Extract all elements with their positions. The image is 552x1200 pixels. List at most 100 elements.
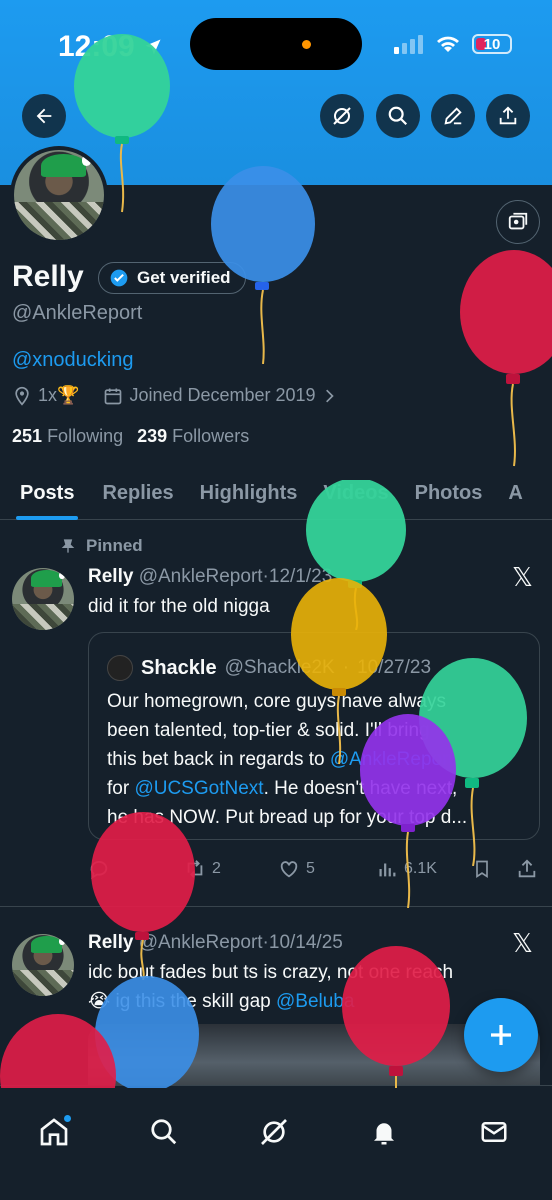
post-author[interactable]: Relly bbox=[88, 932, 133, 953]
views-count: 6.1K bbox=[404, 860, 437, 877]
share-button[interactable] bbox=[486, 94, 530, 138]
tab-posts[interactable]: Posts bbox=[0, 466, 79, 520]
media-button[interactable] bbox=[496, 200, 540, 244]
profile-avatar[interactable] bbox=[10, 146, 108, 244]
messages-icon bbox=[481, 1122, 507, 1142]
reply-button[interactable] bbox=[88, 858, 110, 880]
edit-button[interactable] bbox=[431, 94, 475, 138]
quote-line-5: he has NOW. Put bread up for your top d.… bbox=[107, 807, 468, 828]
wifi-icon bbox=[437, 36, 459, 52]
location-arrow-icon bbox=[145, 39, 161, 55]
followers-count: 239 bbox=[137, 426, 168, 446]
following-link[interactable]: 251 Following bbox=[12, 426, 123, 447]
quote-date: 10/27/23 bbox=[357, 657, 432, 678]
plus-icon bbox=[491, 1025, 511, 1045]
balloon-red bbox=[460, 250, 552, 467]
tab-articles[interactable]: A bbox=[482, 466, 522, 520]
quote-author: Shackle bbox=[141, 656, 217, 679]
quote-separator: · bbox=[342, 657, 350, 678]
quoted-post[interactable]: Shackle @Shackle2K · 10/27/23 Our homegrow… bbox=[88, 632, 540, 840]
back-button[interactable] bbox=[22, 94, 66, 138]
get-verified-label: Get verified bbox=[137, 268, 231, 287]
quote-line-4: for @UCSGotNext. He doesn't have next, bbox=[107, 774, 531, 803]
bookmark-icon bbox=[476, 860, 488, 879]
mention-beluba[interactable]: @Beluba bbox=[276, 991, 354, 1012]
bio-link[interactable]: @xnoducking bbox=[12, 349, 133, 372]
nav-notifications[interactable] bbox=[358, 1106, 410, 1158]
repost-count: 2 bbox=[212, 860, 221, 877]
location-pin-icon bbox=[15, 386, 29, 406]
profile-tabs: Posts Replies Highlights Videos Photos A bbox=[0, 466, 552, 520]
nav-grok[interactable] bbox=[248, 1106, 300, 1158]
chevron-right-icon[interactable] bbox=[322, 386, 338, 406]
like-button[interactable]: 5 bbox=[278, 858, 315, 880]
search-button[interactable] bbox=[376, 94, 420, 138]
quote-line-4-tail: . He doesn't have next, bbox=[263, 778, 458, 799]
tab-photos[interactable]: Photos bbox=[389, 466, 483, 520]
views-button[interactable]: 6.1K bbox=[376, 858, 437, 880]
pinned-label: Pinned bbox=[86, 536, 143, 555]
quote-line-1: Our homegrown, core guys have always bbox=[107, 691, 446, 712]
x-logo-icon[interactable]: 𝕏 bbox=[512, 928, 533, 959]
grok-button[interactable] bbox=[320, 94, 364, 138]
search-icon bbox=[151, 1119, 177, 1145]
search-icon bbox=[388, 106, 408, 126]
signal-icon bbox=[394, 35, 423, 54]
profile-handle: @AnkleReport bbox=[12, 302, 143, 324]
quote-line-2: been talented, top-tier & solid. I'll br… bbox=[107, 720, 430, 741]
tab-replies[interactable]: Replies bbox=[74, 466, 173, 520]
status-time-text: 12:09 bbox=[58, 30, 135, 63]
nav-messages[interactable] bbox=[468, 1106, 520, 1158]
follow-stats: 251 Following 239 Followers bbox=[12, 426, 249, 447]
tab-highlights[interactable]: Highlights bbox=[174, 466, 298, 520]
post-header: Relly @AnkleReport·12/1/23 bbox=[88, 566, 332, 588]
nav-search[interactable] bbox=[138, 1106, 190, 1158]
post-date: 10/14/25 bbox=[268, 932, 343, 953]
followers-label: Followers bbox=[172, 426, 250, 446]
post-actions: 2 5 6.1K bbox=[88, 854, 540, 884]
nav-home[interactable] bbox=[28, 1106, 80, 1158]
quote-handle: @Shackle2K bbox=[224, 657, 335, 678]
status-bar: 12:09 10 bbox=[0, 0, 552, 90]
compose-button[interactable] bbox=[464, 998, 538, 1072]
quote-text: Our homegrown, core guys have always bee… bbox=[107, 687, 531, 832]
battery-icon: 10 bbox=[472, 34, 512, 54]
mic-indicator bbox=[302, 40, 311, 49]
followers-link[interactable]: 239 Followers bbox=[137, 426, 249, 447]
bottom-navigation bbox=[0, 1085, 552, 1200]
share-icon bbox=[518, 859, 536, 878]
post-header: Relly @AnkleReport·10/14/25 bbox=[88, 932, 343, 954]
like-count: 5 bbox=[306, 860, 315, 877]
quote-line-4-text: for bbox=[107, 778, 135, 799]
share-icon bbox=[499, 106, 517, 125]
bookmark-button[interactable] bbox=[472, 858, 492, 880]
photo-gallery-icon bbox=[508, 212, 528, 230]
mention-anklereport[interactable]: @AnkleReport bbox=[330, 749, 454, 770]
share-post-button[interactable] bbox=[516, 858, 538, 880]
edit-icon bbox=[444, 107, 462, 125]
quote-header: Shackle @Shackle2K · 10/27/23 bbox=[107, 655, 431, 681]
x-logo-icon[interactable]: 𝕏 bbox=[512, 562, 533, 593]
profile-name: Relly bbox=[12, 260, 84, 293]
quote-line-3: this bet back in regards to @AnkleReport bbox=[107, 745, 531, 774]
reply-icon bbox=[90, 860, 108, 880]
following-count: 251 bbox=[12, 426, 43, 446]
status-time: 12:09 bbox=[58, 30, 163, 64]
post-divider bbox=[0, 906, 552, 907]
repost-button[interactable]: 2 bbox=[184, 858, 221, 880]
mention-ucsgotnext[interactable]: @UCSGotNext bbox=[134, 778, 263, 799]
profile-location: 1x🏆 bbox=[38, 385, 80, 405]
grok-icon bbox=[261, 1119, 287, 1145]
post-author[interactable]: Relly bbox=[88, 566, 133, 587]
verified-badge-icon bbox=[110, 269, 128, 287]
repost-icon bbox=[187, 860, 203, 878]
post-handle: @AnkleReport bbox=[138, 932, 263, 953]
tab-videos[interactable]: Videos bbox=[297, 466, 388, 520]
post-avatar[interactable] bbox=[12, 934, 74, 996]
post-text-line-2-text: 😭 ig this the skill gap bbox=[88, 991, 277, 1012]
post-text-line-1: idc bout fades but ts is crazy, not one … bbox=[88, 962, 454, 983]
post-avatar[interactable] bbox=[12, 568, 74, 630]
get-verified-button[interactable]: Get verified bbox=[98, 262, 246, 294]
post-date: 12/1/23 bbox=[268, 566, 333, 587]
pin-icon bbox=[61, 539, 75, 553]
